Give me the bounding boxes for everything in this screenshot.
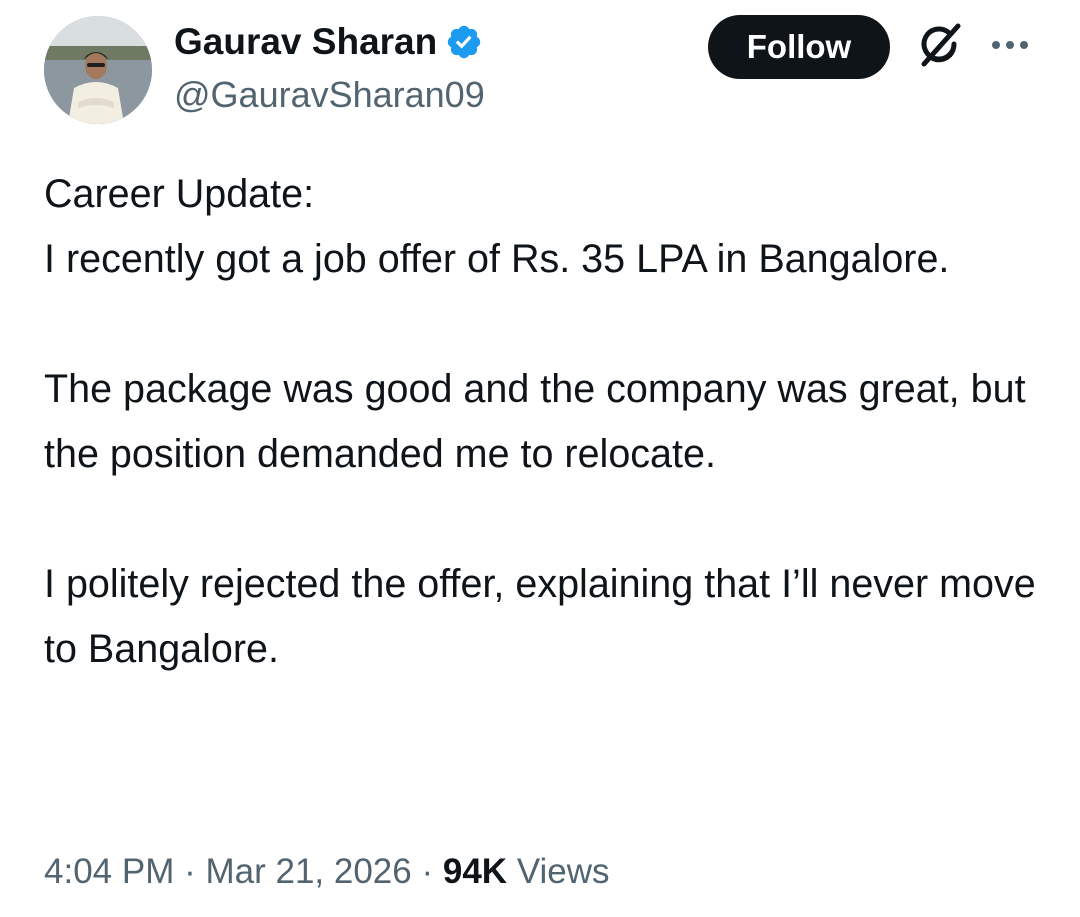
tweet-paragraph: I politely rejected the offer, explainin… (44, 562, 1036, 671)
avatar-image (44, 16, 152, 124)
author-name-row[interactable]: Gaurav Sharan (174, 20, 483, 64)
follow-button[interactable]: Follow (708, 15, 890, 79)
avatar[interactable] (44, 16, 152, 124)
tweet-date[interactable]: Mar 21, 2026 (205, 852, 411, 891)
tweet-metadata: 4:04 PM · Mar 21, 2026 · 94K Views (44, 846, 610, 898)
more-icon[interactable] (988, 30, 1032, 60)
author-display-name[interactable]: Gaurav Sharan (174, 20, 437, 64)
meta-separator: · (184, 852, 196, 891)
tweet-time[interactable]: 4:04 PM (44, 852, 174, 891)
tweet-paragraph: Career Update: I recently got a job offe… (44, 172, 950, 281)
tweet-text: Career Update: I recently got a job offe… (44, 162, 1044, 682)
meta-separator: · (421, 852, 434, 891)
author-handle[interactable]: @GauravSharan09 (174, 74, 485, 116)
views-count[interactable]: 94K (443, 852, 507, 891)
verified-badge-icon[interactable] (445, 23, 483, 61)
grok-icon[interactable] (912, 20, 966, 74)
views-label[interactable]: Views (517, 852, 610, 891)
tweet-paragraph: The package was good and the company was… (44, 367, 1026, 476)
